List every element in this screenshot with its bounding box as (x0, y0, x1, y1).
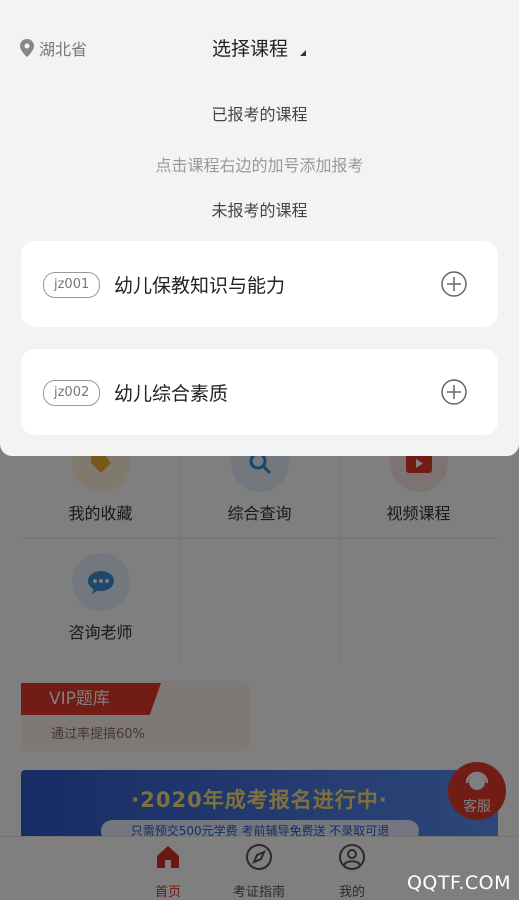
course-name: 幼儿综合素质 (114, 383, 229, 405)
watermark: QQTF.COM (406, 872, 511, 894)
enrolled-courses-heading: 已报考的课程 (211, 105, 308, 124)
course-select-panel: 湖北省 选择课程 已报考的课程 点击课程右边的加号添加报考 未报考的课程 jz0… (0, 0, 519, 456)
location-selector[interactable]: 湖北省 (20, 36, 87, 60)
course-card[interactable]: jz001 幼儿保教知识与能力 (21, 241, 498, 327)
location-label: 湖北省 (39, 40, 88, 59)
location-pin-icon (20, 39, 34, 57)
add-course-hint: 点击课程右边的加号添加报考 (155, 156, 364, 175)
course-name: 幼儿保教知识与能力 (114, 275, 286, 297)
course-code-badge: jz001 (43, 272, 101, 298)
add-course-plus-icon[interactable] (441, 271, 467, 297)
not-enrolled-courses-heading: 未报考的课程 (211, 201, 308, 220)
course-code-badge: jz002 (43, 380, 101, 406)
add-course-plus-icon[interactable] (441, 379, 467, 405)
dropdown-triangle-icon (300, 50, 306, 56)
course-card[interactable]: jz002 幼儿综合素质 (21, 349, 498, 435)
select-course-title[interactable]: 选择课程 (212, 34, 288, 61)
